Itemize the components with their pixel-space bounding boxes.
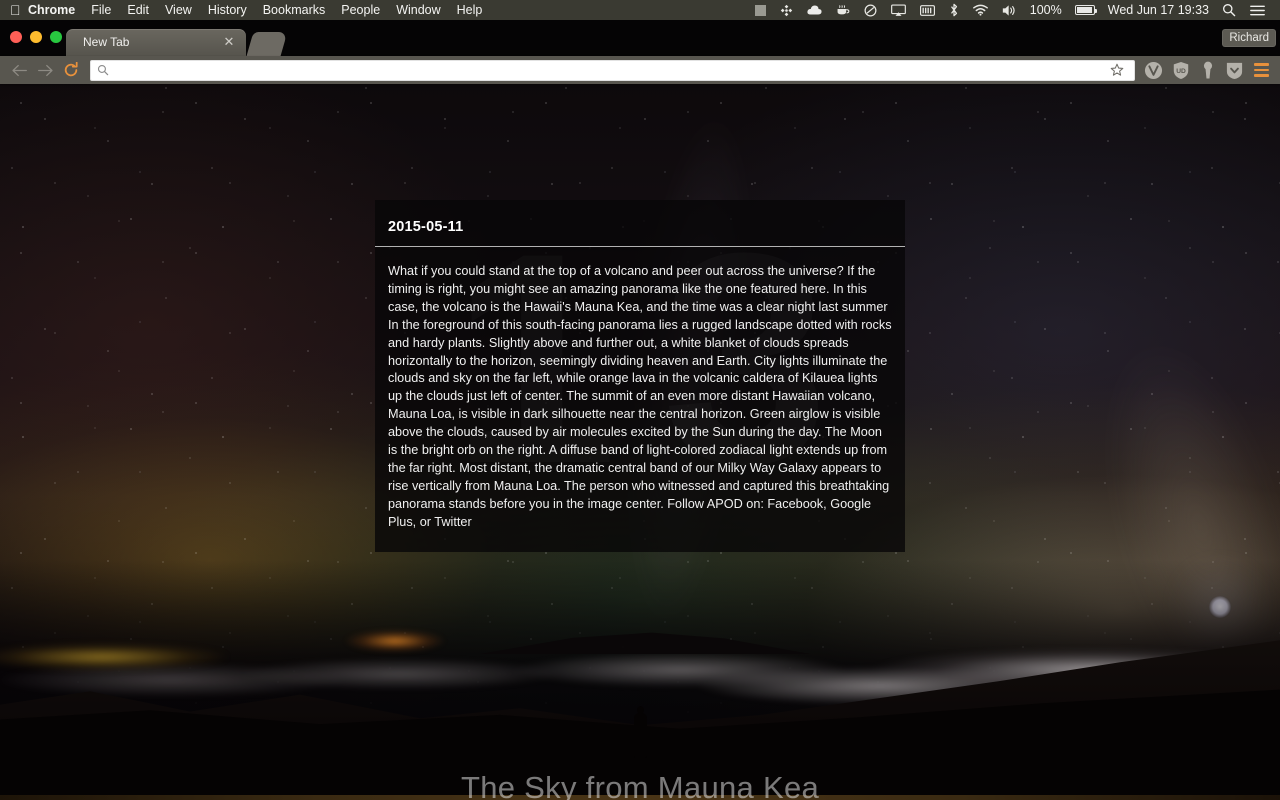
hamburger-menu-icon[interactable]: [1248, 57, 1274, 83]
menu-item-help[interactable]: Help: [449, 0, 491, 20]
zoom-window-button[interactable]: [50, 31, 62, 43]
close-window-button[interactable]: [10, 31, 22, 43]
kilauea-lava-glow: [330, 624, 460, 658]
v-circle-extension-icon[interactable]: [1140, 57, 1167, 83]
back-arrow-icon[interactable]: [6, 57, 32, 83]
search-icon: [97, 64, 109, 76]
ud-shield-extension-icon[interactable]: UD: [1167, 57, 1194, 83]
menu-bar-status-items: 100% Wed Jun 17 19:33: [748, 0, 1280, 20]
minimize-window-button[interactable]: [30, 31, 42, 43]
menu-bar-app-menus:  Chrome File Edit View History Bookmark…: [0, 0, 490, 20]
wifi-icon[interactable]: [966, 0, 995, 20]
screen:  Chrome File Edit View History Bookmark…: [0, 0, 1280, 800]
battery-icon[interactable]: [1068, 0, 1102, 20]
svg-text:UD: UD: [1176, 67, 1186, 74]
menu-item-view[interactable]: View: [157, 0, 200, 20]
apod-info-card: 2015-05-11 What if you could stand at th…: [375, 200, 905, 552]
macos-menu-bar:  Chrome File Edit View History Bookmark…: [0, 0, 1280, 20]
pin-extension-icon[interactable]: [1194, 57, 1221, 83]
window-traffic-lights: [10, 31, 62, 43]
menu-item-history[interactable]: History: [200, 0, 255, 20]
browser-tab-strip: New Tab ✕: [0, 20, 1280, 56]
close-icon[interactable]: ✕: [222, 35, 236, 49]
menu-item-people[interactable]: People: [333, 0, 388, 20]
tab-title: New Tab: [83, 35, 130, 49]
menu-item-edit[interactable]: Edit: [119, 0, 157, 20]
browser-tab[interactable]: New Tab ✕: [66, 29, 246, 56]
page-viewport: 13 2015-05-11 What if you could stand at…: [0, 84, 1280, 800]
menu-item-chrome[interactable]: Chrome: [22, 0, 83, 20]
apod-card-header: 2015-05-11: [375, 200, 905, 247]
apod-description: What if you could stand at the top of a …: [388, 264, 892, 529]
square-icon[interactable]: [748, 0, 773, 20]
menu-item-bookmarks[interactable]: Bookmarks: [255, 0, 334, 20]
bluetooth-icon[interactable]: [942, 0, 966, 20]
coffee-icon[interactable]: [829, 0, 857, 20]
forward-arrow-icon[interactable]: [32, 57, 58, 83]
city-lights-glow: [0, 636, 300, 678]
cloud-icon[interactable]: [800, 0, 829, 20]
apple-logo-icon[interactable]: : [0, 0, 22, 20]
clock-label[interactable]: Wed Jun 17 19:33: [1102, 0, 1215, 20]
address-bar[interactable]: [90, 59, 1135, 81]
airplay-icon[interactable]: [884, 0, 913, 20]
no-entry-icon[interactable]: [857, 0, 884, 20]
person-silhouette: [633, 706, 648, 758]
apod-card-body: What if you could stand at the top of a …: [375, 247, 905, 552]
volume-icon[interactable]: [995, 0, 1024, 20]
menu-item-window[interactable]: Window: [388, 0, 448, 20]
browser-toolbar: UD: [0, 56, 1280, 84]
dropbox-icon[interactable]: [773, 0, 800, 20]
battery-percent-label: 100%: [1029, 3, 1062, 17]
address-input[interactable]: [114, 61, 1106, 79]
new-tab-button[interactable]: [246, 32, 288, 56]
star-icon[interactable]: [1106, 60, 1128, 81]
photo-title: The Sky from Mauna Kea: [460, 770, 820, 800]
profile-button[interactable]: Richard: [1222, 29, 1276, 47]
apod-date: 2015-05-11: [388, 219, 464, 235]
chevron-down-shield-extension-icon[interactable]: [1221, 57, 1248, 83]
reload-icon[interactable]: [58, 57, 84, 83]
menu-item-file[interactable]: File: [83, 0, 119, 20]
search-icon[interactable]: [1215, 0, 1243, 20]
battery-meter-icon[interactable]: [913, 0, 942, 20]
notification-list-icon[interactable]: [1243, 0, 1272, 20]
